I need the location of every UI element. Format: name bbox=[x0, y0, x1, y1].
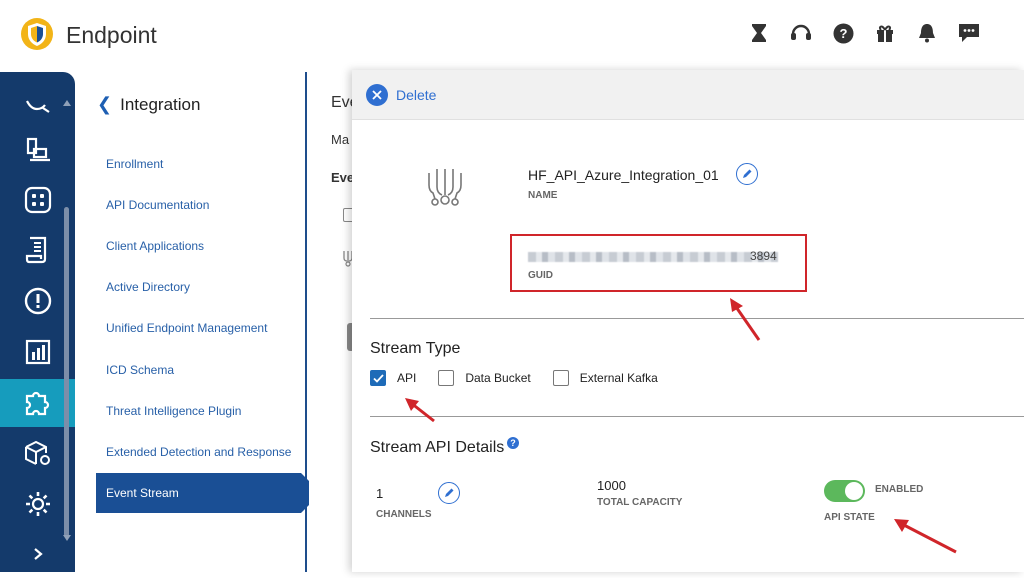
app-title: Endpoint bbox=[66, 22, 157, 48]
delete-button[interactable]: Delete bbox=[366, 84, 436, 106]
annotation-arrow-guid bbox=[730, 298, 761, 341]
annotation-arrow-api-state bbox=[894, 519, 957, 554]
help-icon[interactable]: ? bbox=[832, 22, 854, 44]
background-text: Ma bbox=[331, 132, 350, 147]
api-state-value: ENABLED bbox=[875, 484, 924, 495]
subnav-item-extended-detection-and-response[interactable]: Extended Detection and Response bbox=[106, 445, 291, 459]
devices-icon[interactable] bbox=[0, 126, 75, 174]
search-icon[interactable] bbox=[0, 82, 75, 130]
left-nav-rail bbox=[0, 72, 75, 572]
stream-type-options: API Data Bucket External Kafka bbox=[370, 370, 680, 386]
guid-label: GUID bbox=[528, 270, 553, 281]
api-state-label: API STATE bbox=[824, 512, 875, 523]
integration-circuit-icon bbox=[422, 165, 468, 216]
gift-icon[interactable] bbox=[874, 22, 896, 44]
rail-scrollbar[interactable] bbox=[64, 207, 69, 537]
panel-header: Delete bbox=[352, 70, 1024, 120]
svg-text:?: ? bbox=[839, 26, 847, 41]
channels-value: 1 bbox=[376, 486, 384, 501]
external-kafka-checkbox[interactable] bbox=[552, 370, 569, 386]
top-bar: Endpoint ? bbox=[0, 0, 1024, 72]
total-capacity-value: 1000 bbox=[597, 478, 626, 493]
integration-subnav: ❮ Integration Enrollment API Documentati… bbox=[75, 72, 321, 572]
stream-api-details-title: Stream API Details bbox=[370, 439, 505, 456]
chevron-left-icon[interactable]: ❮ bbox=[97, 94, 112, 115]
guid-highlight-box: 3894 GUID bbox=[510, 234, 807, 292]
guid-value-tail: 3894 bbox=[750, 249, 777, 263]
close-icon bbox=[366, 84, 388, 106]
subnav-item-icd-schema[interactable]: ICD Schema bbox=[106, 363, 174, 377]
subnav-item-event-stream[interactable]: Event Stream bbox=[96, 473, 321, 513]
subnav-item-active-directory[interactable]: Active Directory bbox=[106, 280, 190, 294]
chat-icon[interactable] bbox=[958, 22, 980, 44]
help-icon[interactable]: ? bbox=[507, 437, 519, 449]
subnav-back-link[interactable]: ❮ Integration bbox=[97, 94, 200, 115]
pencil-icon bbox=[445, 488, 454, 497]
subnav-title: Integration bbox=[120, 94, 201, 114]
event-stream-detail-panel: Delete HF_API_Azure_Integration_01 NAME … bbox=[352, 70, 1024, 572]
section-divider bbox=[370, 318, 1024, 319]
edit-name-button[interactable] bbox=[736, 163, 758, 185]
data-bucket-checkbox-label: Data Bucket bbox=[465, 371, 531, 385]
integration-name-value: HF_API_Azure_Integration_01 bbox=[528, 167, 719, 183]
shield-logo-icon bbox=[21, 18, 53, 50]
stream-type-title: Stream Type bbox=[370, 340, 461, 357]
rail-scroll-down-arrow[interactable] bbox=[63, 535, 71, 541]
subnav-item-enrollment[interactable]: Enrollment bbox=[106, 157, 163, 171]
subnav-item-client-applications[interactable]: Client Applications bbox=[106, 239, 204, 253]
delete-label: Delete bbox=[396, 87, 437, 103]
annotation-arrow-api bbox=[405, 398, 435, 423]
subnav-item-unified-endpoint-management[interactable]: Unified Endpoint Management bbox=[106, 321, 267, 335]
guid-value-redacted bbox=[528, 252, 778, 262]
channels-label: CHANNELS bbox=[376, 509, 432, 520]
total-capacity-label: TOTAL CAPACITY bbox=[597, 497, 683, 508]
integration-name-label: NAME bbox=[528, 190, 558, 201]
api-state-toggle[interactable] bbox=[824, 480, 865, 502]
bell-icon[interactable] bbox=[916, 22, 938, 44]
background-subheading: Eve bbox=[331, 170, 355, 185]
section-divider bbox=[370, 416, 1024, 417]
headset-icon[interactable] bbox=[790, 22, 812, 44]
edit-channels-button[interactable] bbox=[438, 482, 460, 504]
data-bucket-checkbox[interactable] bbox=[438, 370, 455, 386]
subnav-item-api-documentation[interactable]: API Documentation bbox=[106, 198, 209, 212]
pencil-icon bbox=[743, 169, 752, 178]
hourglass-icon[interactable] bbox=[748, 22, 770, 44]
api-checkbox-label: API bbox=[397, 371, 417, 385]
external-kafka-checkbox-label: External Kafka bbox=[579, 371, 658, 385]
api-checkbox[interactable] bbox=[370, 370, 386, 386]
subnav-item-threat-intelligence-plugin[interactable]: Threat Intelligence Plugin bbox=[106, 404, 241, 418]
